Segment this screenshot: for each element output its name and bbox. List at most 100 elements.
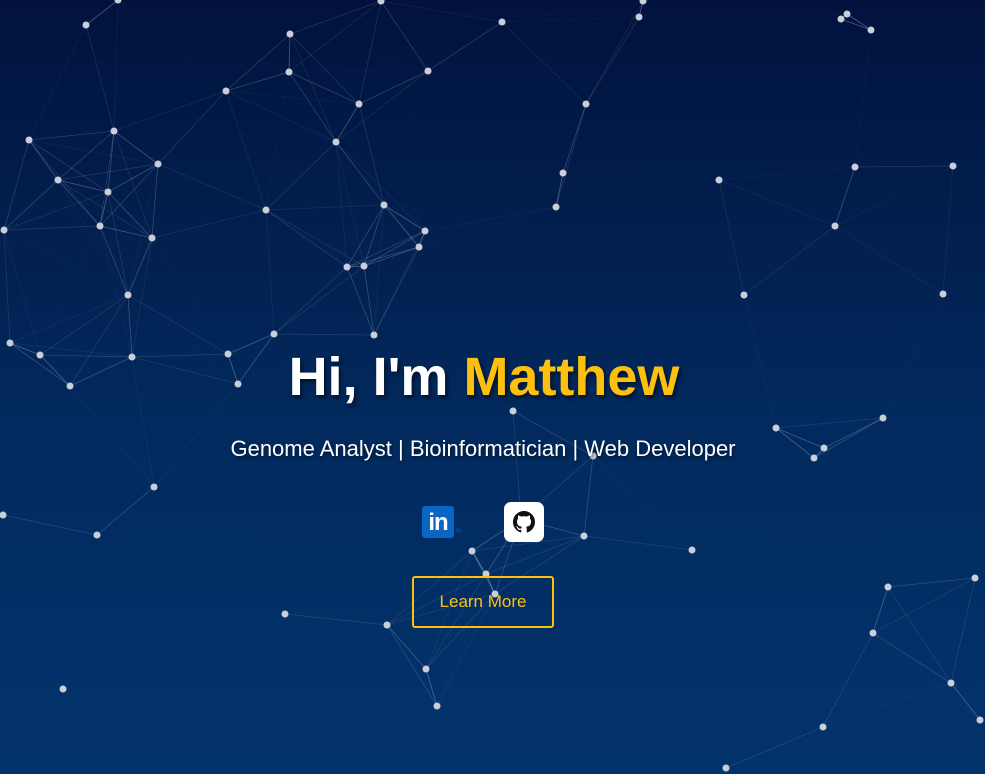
github-octocat-icon — [513, 511, 535, 533]
network-node — [54, 176, 62, 184]
network-link — [151, 163, 159, 239]
network-link — [113, 130, 159, 165]
network-link — [562, 103, 587, 174]
network-link — [424, 206, 557, 232]
network-node — [355, 100, 363, 108]
network-link — [28, 130, 115, 141]
network-link — [9, 342, 71, 387]
network-node — [688, 546, 696, 554]
network-node — [6, 339, 14, 347]
network-link — [4, 230, 152, 238]
network-node — [867, 26, 875, 34]
network-node — [380, 201, 388, 209]
network-node — [635, 13, 643, 21]
network-node — [509, 407, 517, 415]
network-node — [104, 188, 112, 196]
network-link — [813, 417, 884, 459]
network-link — [3, 139, 30, 231]
network-node — [772, 424, 780, 432]
network-link — [266, 104, 359, 210]
network-link — [132, 334, 274, 357]
linkedin-logo-text: in — [422, 506, 454, 538]
network-link — [131, 237, 153, 358]
network-link — [273, 333, 375, 336]
network-link — [883, 294, 943, 418]
network-link — [380, 0, 503, 23]
linkedin-link[interactable]: in ® — [422, 502, 462, 542]
network-link — [383, 204, 426, 232]
network-node — [154, 160, 162, 168]
network-link — [775, 427, 825, 449]
network-link — [284, 613, 388, 626]
network-link — [585, 16, 640, 105]
network-link — [127, 237, 153, 296]
network-link — [69, 385, 155, 488]
network-node — [819, 723, 827, 731]
network-link — [335, 103, 360, 143]
network-node — [234, 380, 242, 388]
network-link — [4, 230, 128, 295]
network-link — [28, 139, 59, 181]
network-link — [131, 356, 239, 385]
github-icon[interactable] — [504, 502, 544, 542]
network-link — [419, 207, 556, 247]
network-node — [128, 353, 136, 361]
network-link — [975, 578, 980, 720]
network-link — [502, 1, 643, 22]
network-link — [273, 266, 348, 335]
network-link — [425, 668, 438, 707]
network-link — [386, 624, 427, 670]
network-link — [775, 427, 815, 459]
network-link — [335, 141, 426, 232]
network-link — [127, 294, 229, 355]
network-node — [589, 452, 597, 460]
network-link — [501, 16, 640, 23]
network-node — [270, 330, 278, 338]
network-link — [384, 71, 428, 205]
network-link — [57, 179, 153, 239]
network-link — [855, 30, 871, 167]
network-link — [85, 0, 119, 26]
network-node — [224, 350, 232, 358]
github-link[interactable] — [504, 502, 544, 542]
network-node — [262, 206, 270, 214]
network-node — [285, 68, 293, 76]
network-link — [288, 0, 382, 73]
network-link — [942, 165, 954, 295]
network-link — [840, 18, 872, 31]
network-link — [950, 577, 976, 684]
network-node — [114, 0, 122, 4]
network-link — [225, 90, 337, 143]
network-link — [107, 191, 129, 296]
network-link — [107, 130, 115, 193]
network-link — [113, 0, 119, 132]
network-link — [265, 204, 385, 211]
network-node — [939, 290, 947, 298]
network-node — [552, 203, 560, 211]
network-node — [884, 583, 892, 591]
network-link — [131, 356, 155, 488]
network-link — [585, 0, 644, 105]
network-node — [343, 263, 351, 271]
network-link — [266, 72, 289, 210]
network-node — [851, 163, 859, 171]
network-node — [66, 382, 74, 390]
network-node — [124, 291, 132, 299]
network-node — [370, 331, 378, 339]
network-link — [346, 266, 375, 336]
network-link — [841, 19, 855, 167]
network-node — [722, 764, 730, 772]
network-link — [846, 13, 872, 31]
network-node — [415, 243, 423, 251]
network-node — [59, 685, 67, 693]
network-node — [843, 10, 851, 18]
network-link — [265, 209, 275, 335]
network-link — [238, 335, 374, 384]
network-link — [3, 225, 101, 231]
learn-more-button[interactable]: Learn More — [412, 576, 554, 628]
network-link — [718, 166, 856, 181]
linkedin-icon[interactable]: in ® — [422, 502, 462, 542]
network-node — [831, 222, 839, 230]
network-link — [225, 90, 267, 211]
network-link — [225, 71, 290, 92]
